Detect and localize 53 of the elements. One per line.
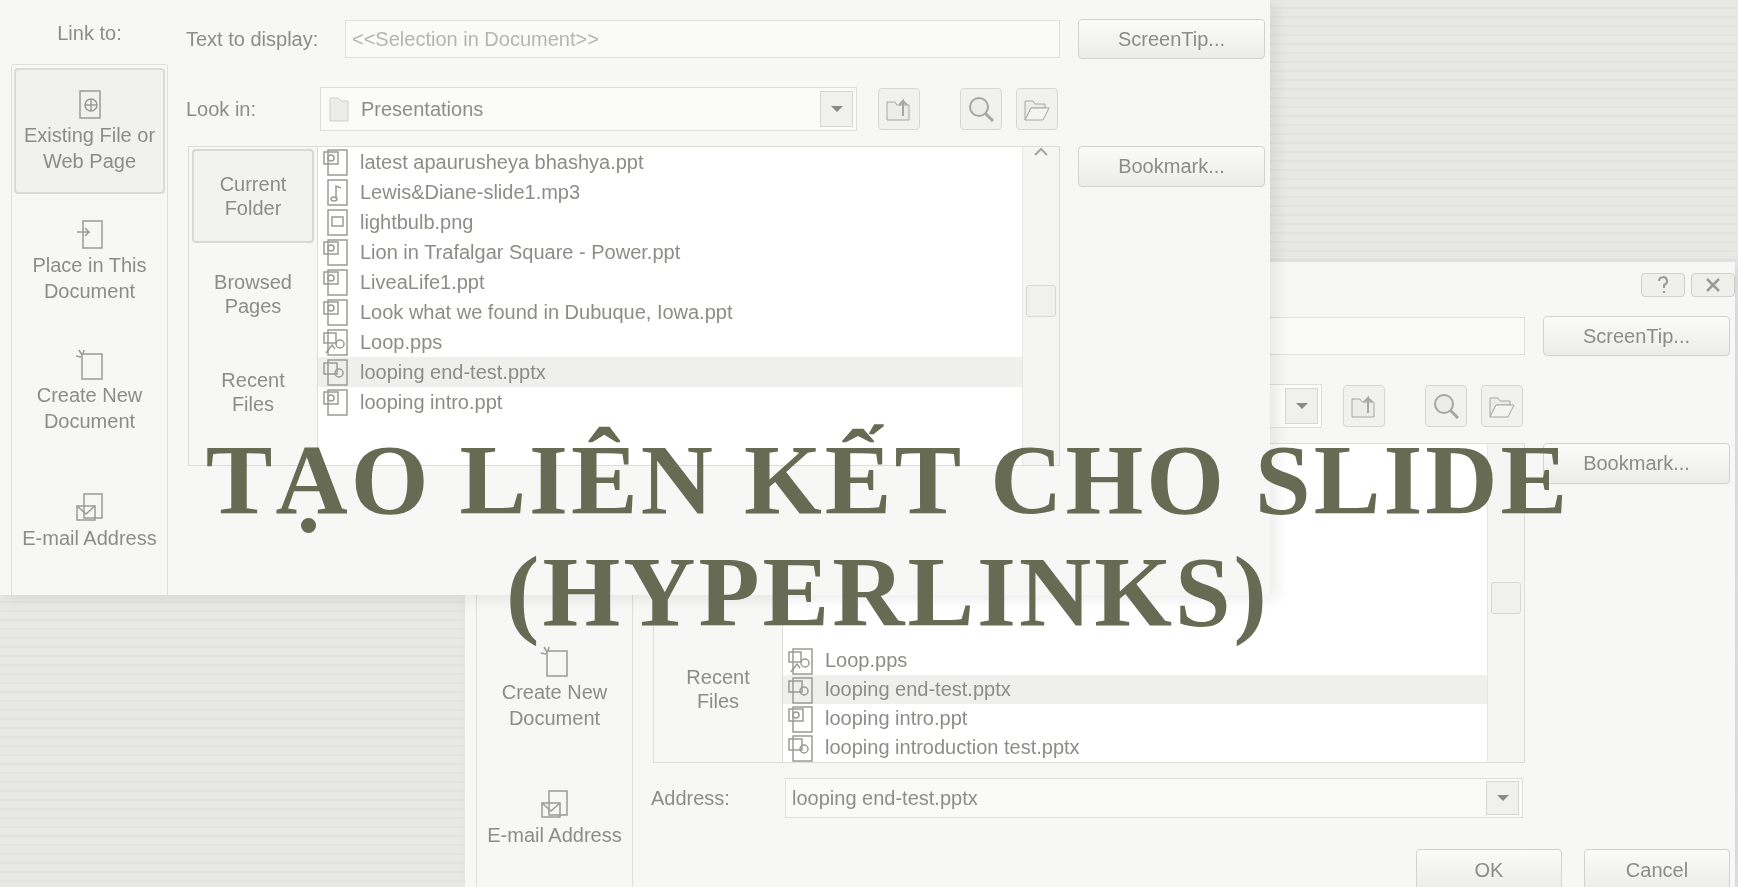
web-search-button[interactable] (960, 88, 1002, 130)
file-row[interactable]: looping introduction test.pptx (783, 733, 1487, 762)
screentip-button[interactable]: ScreenTip... (1543, 316, 1730, 356)
caret-icon (1294, 402, 1309, 410)
link-target-tab[interactable]: Create New Document (14, 326, 165, 456)
field-label: Look in: (186, 97, 257, 120)
up-folder-button[interactable] (878, 88, 920, 130)
folder-up-arrow-icon (885, 96, 913, 122)
screentip-button[interactable]: ScreenTip... (1078, 19, 1265, 59)
web-search-button[interactable] (1425, 385, 1467, 427)
scroll-thumb[interactable] (1026, 285, 1056, 317)
link-target-tab[interactable]: Existing File or Web Page (14, 68, 165, 194)
folder-up-arrow-icon (1350, 393, 1378, 419)
close-icon (1705, 277, 1721, 293)
up-folder-button[interactable] (1343, 385, 1385, 427)
file-row[interactable]: lightbulb.png (318, 207, 1022, 237)
file-row[interactable]: LiveaLife1.ppt (318, 267, 1022, 297)
text-to-display-field[interactable]: <<Selection in Document>> (345, 20, 1060, 58)
folder-icon (327, 94, 351, 124)
file-row[interactable]: looping end-test.pptx (783, 675, 1487, 704)
file-row[interactable]: Look what we found in Dubuque, Iowa.ppt (318, 297, 1022, 327)
link-target-tab[interactable]: E-mail Address (479, 753, 630, 883)
link-target-tab[interactable]: Place in This Document (14, 196, 165, 326)
address-field[interactable]: looping end-test.pptx (785, 778, 1523, 818)
file-row[interactable]: Loop.pps (783, 646, 1487, 675)
file-row[interactable]: looping intro.ppt (318, 387, 1022, 417)
file-row[interactable]: looping intro.ppt (783, 704, 1487, 733)
open-folder-button[interactable] (1016, 88, 1058, 130)
close-button[interactable] (1691, 273, 1735, 297)
location-tab[interactable]: Browsed Pages (189, 245, 317, 343)
new-document-icon (73, 348, 106, 382)
file-row[interactable]: looping end-test.pptx (318, 357, 1022, 387)
field-label: Text to display: (186, 27, 319, 50)
location-tab[interactable]: Recent Files (189, 343, 317, 441)
location-tab[interactable]: Current Folder (192, 149, 314, 243)
bookmark-button[interactable]: Bookmark... (1078, 146, 1265, 187)
file-row[interactable]: Loop.pps (318, 327, 1022, 357)
help-button[interactable] (1641, 273, 1685, 297)
question-mark-icon (1656, 276, 1670, 294)
file-row[interactable]: Lion in Trafalgar Square - Power.ppt (318, 237, 1022, 267)
link-to-label: Link to: (57, 22, 122, 45)
caret-icon (1495, 794, 1510, 802)
open-folder-button[interactable] (1481, 385, 1523, 427)
link-target-tab[interactable]: E-mail Address (14, 456, 165, 586)
field-label: Address: (651, 786, 730, 809)
scroll-thumb[interactable] (1491, 582, 1521, 614)
file-row[interactable]: latest apaurusheya bhashya.ppt (318, 147, 1022, 177)
look-in-dropdown[interactable]: Presentations (320, 87, 857, 131)
caret-icon (829, 105, 844, 113)
file-row[interactable]: Lewis&Diane-slide1.mp3 (318, 177, 1022, 207)
ok-button[interactable]: OK (1416, 849, 1562, 887)
new-document-icon (538, 645, 571, 679)
cancel-button[interactable]: Cancel (1584, 849, 1730, 887)
